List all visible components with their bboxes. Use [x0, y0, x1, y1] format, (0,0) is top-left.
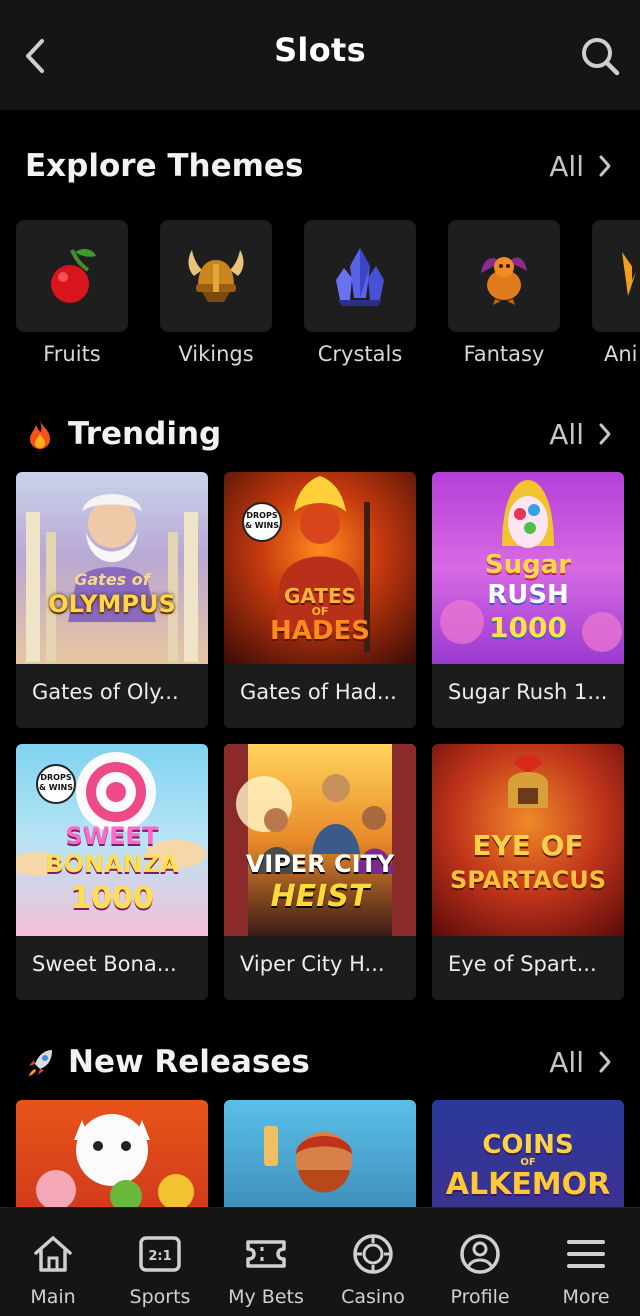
crystal-icon	[336, 248, 384, 306]
game-logo-viper-city-line2: HEIST	[270, 879, 370, 914]
theme-label-vikings: Vikings	[178, 342, 254, 366]
game-name-gates-of-hades: Gates of Had...	[240, 680, 397, 704]
game-logo-sweet-bonanza-line1: SWEET	[65, 822, 159, 850]
drops-wins-badge-line2: & WINS	[38, 783, 74, 792]
dragon-icon	[481, 257, 527, 305]
theme-label-crystals: Crystals	[317, 342, 403, 366]
nav-item-more[interactable]: More	[533, 1208, 639, 1316]
themes-all-link[interactable]: All	[549, 146, 612, 186]
nav-label-main: Main	[30, 1286, 76, 1308]
new-releases-title: New Releases	[68, 1044, 310, 1080]
explore-themes-title: Explore Themes	[25, 148, 304, 184]
game-card-eye-of-spartacus[interactable]: EYE OF SPARTACUS Eye of Spart...	[432, 744, 624, 1000]
nav-item-casino[interactable]: Casino	[320, 1208, 426, 1316]
trending-title: Trending	[68, 416, 222, 452]
nav-item-main[interactable]: Main	[0, 1208, 106, 1316]
game-logo-sugar-rush-line2: RUSH	[487, 580, 569, 610]
chevron-right-icon	[599, 423, 611, 445]
game-name-sweet-bonanza: Sweet Bona...	[32, 952, 177, 976]
theme-label-fruits: Fruits	[43, 342, 101, 366]
theme-label-fantasy: Fantasy	[463, 342, 545, 366]
game-logo-spartacus-line2: SPARTACUS	[449, 866, 607, 894]
trending-all-link[interactable]: All	[549, 414, 612, 454]
themes-all-label: All	[549, 149, 584, 183]
game-art-gates-of-olympus: Gates of OLYMPUS	[16, 472, 208, 664]
new-releases-header: New Releases All	[0, 1038, 640, 1088]
game-logo-gates-of-olympus-line1: Gates of	[74, 570, 150, 589]
drops-wins-badge-line2: & WINS	[244, 521, 280, 530]
theme-tile-fruits[interactable]	[16, 220, 128, 332]
game-logo-gates-of-hades-line3: HADES	[270, 616, 370, 646]
nav-label-casino: Casino	[341, 1286, 405, 1308]
game-art-eye-of-spartacus: EYE OF SPARTACUS	[432, 744, 624, 936]
scoreboard-icon: 2:1	[139, 1236, 181, 1272]
drops-wins-badge-line1: DROPS	[246, 511, 278, 520]
game-logo-alkemor-line1: COINS	[482, 1130, 574, 1160]
cherry-icon	[51, 249, 96, 303]
game-name-eye-of-spartacus: Eye of Spart...	[448, 952, 597, 976]
home-icon	[34, 1236, 72, 1272]
nav-label-my-bets: My Bets	[228, 1286, 304, 1308]
top-bar: Slots	[0, 0, 640, 110]
animal-icon	[622, 252, 640, 296]
search-icon	[582, 38, 620, 76]
game-card-gates-of-hades[interactable]: DROPS & WINS GATES OF HADES Gates of Had…	[224, 472, 416, 728]
game-card-viper-city-heist[interactable]: VIPER CITY HEIST Viper City H...	[224, 744, 416, 1000]
game-logo-gates-of-olympus-line2: OLYMPUS	[48, 590, 176, 618]
theme-tile-crystals[interactable]	[304, 220, 416, 332]
rocket-icon	[29, 1050, 52, 1076]
nav-item-profile[interactable]: Profile	[427, 1208, 533, 1316]
drops-wins-badge-line1: DROPS	[40, 773, 72, 782]
game-logo-gates-of-hades-line1: GATES	[283, 584, 357, 608]
search-button[interactable]	[578, 34, 622, 78]
chevron-right-icon	[599, 1051, 611, 1073]
trending-header: Trending All	[0, 410, 640, 460]
explore-themes-header: Explore Themes All	[0, 142, 640, 192]
new-releases-all-label: All	[549, 1045, 584, 1079]
game-card-sugar-rush[interactable]: Sugar RUSH 1000 Sugar Rush 1...	[432, 472, 624, 728]
game-logo-spartacus-line1: EYE OF	[472, 829, 584, 862]
svg-text:2:1: 2:1	[148, 1249, 171, 1264]
game-logo-sweet-bonanza-line3: 1000	[70, 881, 154, 916]
menu-icon	[567, 1240, 605, 1268]
fire-icon	[30, 420, 50, 449]
game-art-viper-city-heist: VIPER CITY HEIST	[224, 744, 416, 936]
game-name-gates-of-olympus: Gates of Oly...	[32, 680, 179, 704]
trending-all-label: All	[549, 417, 584, 451]
theme-tile-fantasy[interactable]	[448, 220, 560, 332]
new-releases-all-link[interactable]: All	[549, 1042, 612, 1082]
slots-screen: Slots Explore Themes All Fruits Vikings …	[0, 0, 640, 1316]
profile-icon	[460, 1234, 500, 1274]
theme-label-animals: Ani	[604, 342, 638, 366]
nav-label-more: More	[562, 1286, 610, 1308]
chevron-right-icon	[599, 155, 611, 177]
nav-item-my-bets[interactable]: My Bets	[213, 1208, 319, 1316]
theme-tile-vikings[interactable]	[160, 220, 272, 332]
page-title: Slots	[274, 31, 366, 69]
game-name-sugar-rush: Sugar Rush 1...	[448, 680, 608, 704]
bottom-nav: Main 2:1 Sports My Bets Casino Profile M…	[0, 1207, 640, 1316]
viking-helmet-icon	[188, 250, 244, 302]
game-art-gates-of-hades: DROPS & WINS GATES OF HADES	[224, 472, 416, 664]
game-logo-sweet-bonanza-line2: BONANZA	[45, 850, 179, 878]
game-name-viper-city-heist: Viper City H...	[240, 952, 385, 976]
game-art-sugar-rush: Sugar RUSH 1000	[432, 472, 624, 664]
game-logo-sugar-rush-line1: Sugar	[484, 550, 572, 580]
game-card-gates-of-olympus[interactable]: Gates of OLYMPUS Gates of Oly...	[16, 472, 208, 728]
game-logo-viper-city-line1: VIPER CITY	[245, 850, 395, 878]
ticket-icon	[246, 1240, 286, 1268]
game-art-sweet-bonanza: DROPS & WINS SWEET BONANZA 1000	[16, 744, 208, 936]
nav-label-sports: Sports	[129, 1286, 191, 1308]
nav-item-sports[interactable]: 2:1 Sports	[107, 1208, 213, 1316]
game-card-sweet-bonanza[interactable]: DROPS & WINS SWEET BONANZA 1000 Sweet Bo…	[16, 744, 208, 1000]
game-logo-alkemor-line3: ALKEMOR	[445, 1167, 611, 1202]
casino-chip-icon	[353, 1234, 393, 1274]
theme-tile-animals[interactable]	[592, 220, 640, 332]
game-logo-sugar-rush-line3: 1000	[489, 611, 567, 644]
nav-label-profile: Profile	[450, 1286, 510, 1308]
